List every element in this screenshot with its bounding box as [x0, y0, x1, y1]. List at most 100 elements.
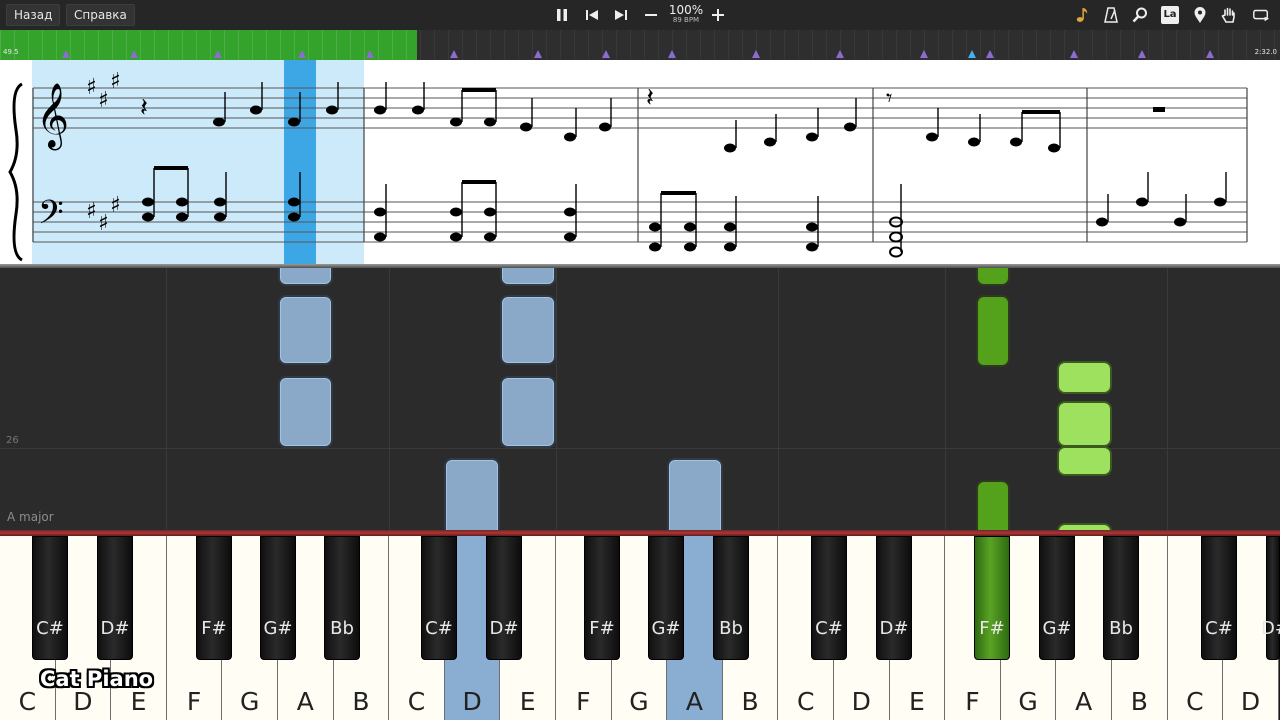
bpm-readout: 89 BPM: [672, 16, 700, 24]
white-key-label: E: [519, 687, 536, 716]
cat-piano-logo: Cat Piano: [40, 667, 154, 691]
song-progress-bar[interactable]: 49.5 2:32.0: [0, 30, 1280, 60]
black-key[interactable]: Bb: [1103, 536, 1139, 660]
minus-icon[interactable]: [641, 5, 661, 25]
white-key-label: C: [1186, 687, 1204, 716]
bookmark-marker[interactable]: [130, 50, 138, 58]
falling-note: [444, 458, 500, 530]
black-key-label: F#: [979, 618, 1005, 639]
bookmark-marker[interactable]: [1070, 50, 1078, 58]
bookmark-marker[interactable]: [986, 50, 994, 58]
key-signature-label: A major: [7, 510, 54, 524]
white-key-label: C: [796, 687, 815, 716]
la-badge-icon[interactable]: La: [1160, 5, 1180, 25]
svg-text:♯: ♯: [110, 193, 121, 218]
white-key-label: G: [1018, 687, 1038, 716]
location-pin-icon[interactable]: [1190, 5, 1210, 25]
black-key[interactable]: D#: [486, 536, 522, 660]
bookmark-marker-active[interactable]: [968, 50, 976, 58]
black-key[interactable]: G#: [648, 536, 684, 660]
black-key[interactable]: C#: [1201, 536, 1237, 660]
current-time: 49.5: [3, 48, 19, 56]
measure-number: 26: [6, 435, 19, 446]
bass-clef: 𝄢: [38, 194, 64, 240]
black-key-label: Bb: [1109, 618, 1133, 639]
bookmark-marker[interactable]: [1206, 50, 1214, 58]
falling-note: [976, 295, 1010, 367]
black-key-label: C#: [1205, 618, 1233, 639]
white-key-label: A: [296, 687, 314, 716]
pause-icon[interactable]: [552, 5, 572, 25]
playhead-highlight: [284, 60, 316, 266]
loop-icon[interactable]: [1250, 5, 1272, 25]
rest: 𝄾: [886, 84, 892, 112]
bookmark-marker[interactable]: [602, 50, 610, 58]
black-key-label: Bb: [719, 618, 743, 639]
sheet-music[interactable]: 𝄞 𝄢 ♯ ♯ ♯ ♯ ♯ ♯ 𝄽 𝄽 𝄾: [0, 60, 1280, 268]
rest: 𝄽: [646, 83, 654, 113]
piano-keyboard[interactable]: C D E F G A B C D E F G A B C D E F G A B C D C# D# F# G# Bb C# D# F#…: [0, 530, 1280, 720]
hand-icon[interactable]: [1219, 5, 1239, 25]
white-key-label: B: [1130, 687, 1148, 716]
svg-text:♯: ♯: [86, 75, 97, 100]
black-key[interactable]: D#: [1261, 536, 1280, 660]
metronome-icon[interactable]: [1101, 5, 1121, 25]
notation-badge: La: [1161, 6, 1179, 24]
white-key-label: A: [1075, 687, 1093, 716]
black-key[interactable]: F#: [584, 536, 620, 660]
black-key[interactable]: C#: [811, 536, 847, 660]
white-key-label: D: [1240, 687, 1261, 716]
svg-text:♯: ♯: [110, 69, 121, 94]
skip-back-icon[interactable]: [582, 5, 602, 25]
falling-note: [500, 268, 556, 286]
black-key-label: D#: [489, 618, 519, 639]
black-key[interactable]: F#: [974, 536, 1010, 660]
falling-note: [976, 268, 1010, 286]
black-key[interactable]: D#: [97, 536, 133, 660]
falling-note: [278, 376, 333, 448]
black-key-label: G#: [1042, 618, 1072, 639]
falling-note: [500, 295, 556, 365]
falling-notes-area: 26 A major: [0, 268, 1280, 530]
black-key-label: C#: [36, 618, 64, 639]
falling-note: [1057, 361, 1112, 394]
skip-forward-icon[interactable]: [611, 5, 631, 25]
black-key-label: Bb: [330, 618, 354, 639]
search-icon[interactable]: [1130, 5, 1150, 25]
black-key[interactable]: F#: [196, 536, 232, 660]
bookmark-marker[interactable]: [62, 50, 70, 58]
note-icon[interactable]: [1072, 5, 1092, 25]
black-key[interactable]: G#: [260, 536, 296, 660]
black-key-label: C#: [815, 618, 843, 639]
black-key[interactable]: C#: [32, 536, 68, 660]
svg-text:♯: ♯: [86, 199, 97, 224]
bookmark-marker[interactable]: [214, 50, 222, 58]
bookmark-marker[interactable]: [450, 50, 458, 58]
bookmark-marker[interactable]: [920, 50, 928, 58]
black-key-label: D#: [879, 618, 909, 639]
help-button[interactable]: Справка: [66, 4, 135, 26]
falling-note: [1057, 523, 1112, 530]
bookmark-marker[interactable]: [668, 50, 676, 58]
black-key[interactable]: C#: [421, 536, 457, 660]
falling-note: [278, 268, 333, 286]
white-key-label: F: [965, 687, 980, 716]
back-button[interactable]: Назад: [6, 4, 61, 26]
black-key-label: G#: [263, 618, 293, 639]
bookmark-marker[interactable]: [534, 50, 542, 58]
black-key[interactable]: Bb: [324, 536, 360, 660]
bookmark-marker[interactable]: [752, 50, 760, 58]
treble-clef: 𝄞: [36, 83, 69, 150]
synthesia-window: Назад Справка 100% 89 BPM La 49.5 2:32.0…: [0, 0, 1280, 720]
plus-icon[interactable]: [708, 5, 728, 25]
falling-note: [1057, 401, 1112, 447]
white-key-label: C: [407, 687, 426, 716]
bookmark-marker[interactable]: [298, 50, 306, 58]
bookmark-marker[interactable]: [366, 50, 374, 58]
black-key-label: G#: [651, 618, 681, 639]
black-key[interactable]: D#: [876, 536, 912, 660]
bookmark-marker[interactable]: [836, 50, 844, 58]
black-key[interactable]: G#: [1039, 536, 1075, 660]
bookmark-marker[interactable]: [1138, 50, 1146, 58]
black-key[interactable]: Bb: [713, 536, 749, 660]
